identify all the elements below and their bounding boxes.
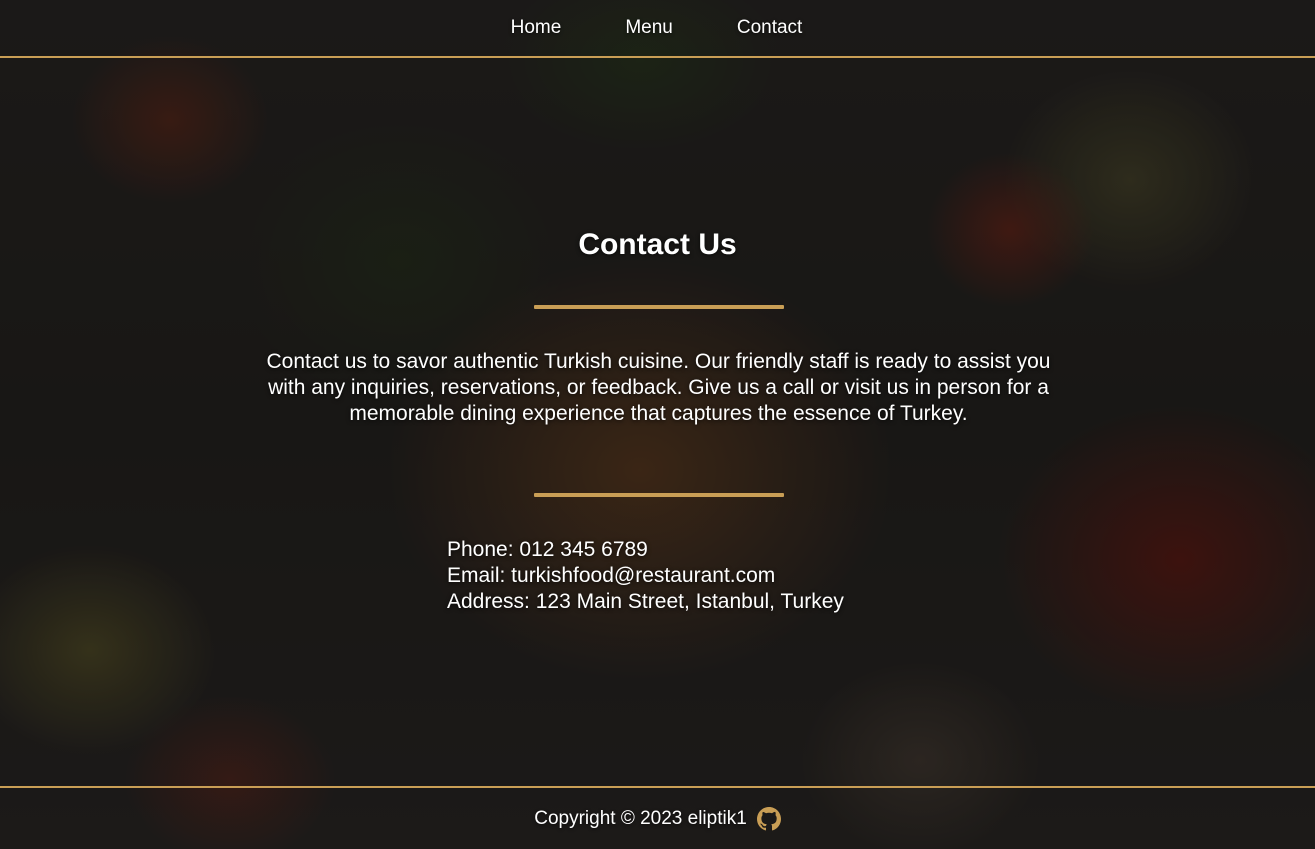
intro-divider [534, 493, 784, 497]
contact-section: Contact Us Contact us to savor authentic… [0, 58, 1315, 786]
contact-info: Phone: 012 345 6789 Email: turkishfood@r… [447, 537, 844, 615]
phone-text: Phone: 012 345 6789 [447, 538, 648, 561]
email-text: Email: turkishfood@restaurant.com [447, 564, 776, 587]
title-divider [534, 305, 784, 309]
navbar: Home Menu Contact [0, 0, 1315, 58]
copyright-text: Copyright © 2023 eliptik1 [534, 807, 747, 829]
intro-text: Contact us to savor authentic Turkish cu… [266, 350, 1051, 425]
footer: Copyright © 2023 eliptik1 [0, 786, 1315, 849]
nav-link-contact[interactable]: Contact [737, 17, 802, 39]
github-icon[interactable] [756, 806, 781, 831]
nav-link-home[interactable]: Home [511, 17, 562, 39]
nav-link-menu[interactable]: Menu [625, 17, 673, 39]
github-icon-graphic [756, 806, 781, 830]
address-text: Address: 123 Main Street, Istanbul, Turk… [447, 590, 844, 613]
page-title: Contact Us [578, 228, 737, 261]
